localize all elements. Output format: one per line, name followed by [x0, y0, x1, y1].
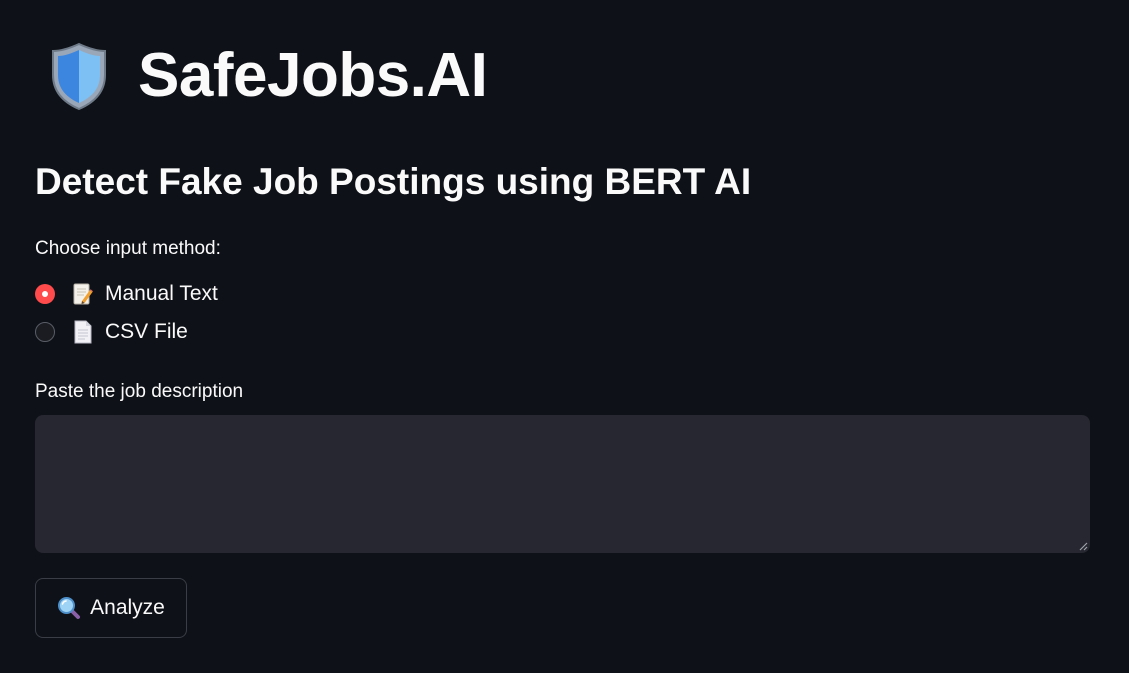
job-description-label: Paste the job description — [35, 381, 244, 402]
shield-icon — [52, 42, 106, 111]
radio-button-manual-text[interactable] — [35, 284, 55, 304]
input-method-label: Choose input method: — [35, 238, 221, 259]
job-description-textarea[interactable] — [35, 415, 1090, 553]
page-subtitle: Detect Fake Job Postings using BERT AI — [35, 161, 752, 202]
radio-option-csv-file[interactable]: CSV File — [35, 317, 218, 347]
radio-option-manual-text[interactable]: Manual Text — [35, 279, 218, 309]
app-title: SafeJobs.AI — [138, 41, 488, 110]
page-icon — [74, 320, 92, 344]
radio-button-csv-file[interactable] — [35, 322, 55, 342]
resize-grip-icon[interactable] — [1078, 541, 1088, 551]
app-page: SafeJobs.AI Detect Fake Job Postings usi… — [0, 0, 1129, 673]
memo-icon — [73, 283, 93, 305]
app-header: SafeJobs.AI — [48, 38, 488, 114]
radio-label-csv-file: CSV File — [105, 320, 188, 343]
magnifier-icon — [58, 597, 81, 619]
radio-label-manual-text: Manual Text — [105, 282, 218, 305]
input-method-radio-group: Manual Text CSV File — [35, 279, 218, 355]
analyze-button-label: Analyze — [90, 596, 165, 619]
analyze-button[interactable]: Analyze — [35, 578, 187, 638]
